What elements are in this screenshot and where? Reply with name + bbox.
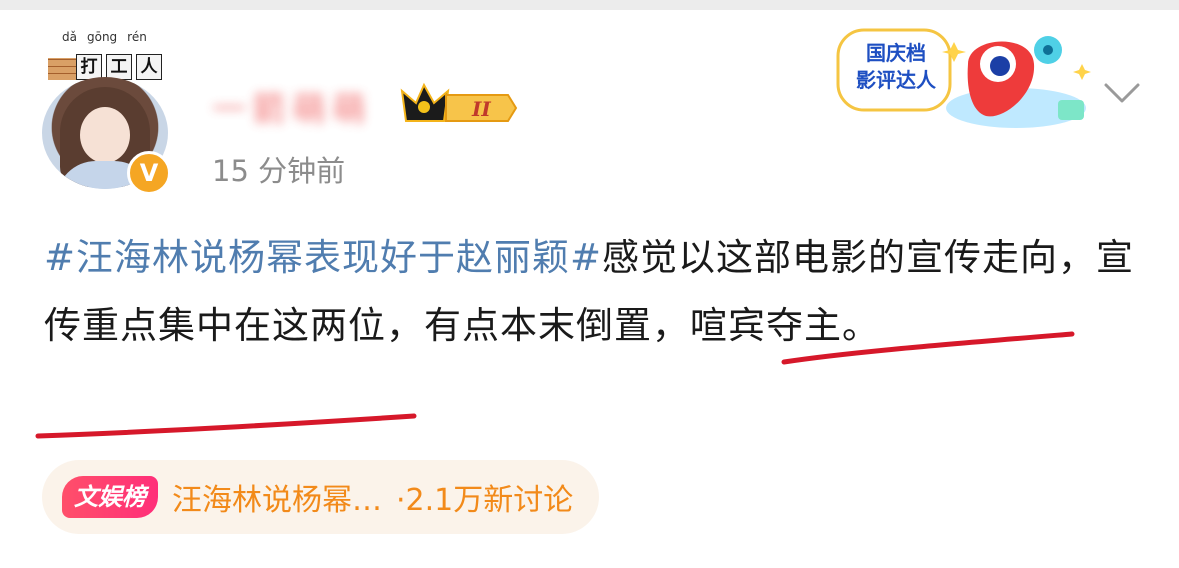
username[interactable]: 一箭萌萌	[212, 82, 372, 131]
title-char-3: 人	[136, 54, 162, 80]
medal-line-1: 国庆档	[866, 41, 926, 65]
medal-line-2: 影评达人	[856, 68, 936, 92]
medal-label: 国庆档 影评达人	[850, 40, 942, 94]
chevron-down-icon[interactable]	[1102, 80, 1142, 106]
weibo-post-card: dǎ gōng rén 打 工 人 V 一箭萌萌 II 15 分钟前 国庆档 影…	[0, 10, 1179, 568]
pinyin-1: dǎ	[62, 30, 77, 44]
pinyin-2: gōng	[86, 30, 118, 44]
title-char-1: 打	[76, 54, 102, 80]
post-content: #汪海林说杨幂表现好于赵丽颖#感觉以这部电影的宣传走向，宣传重点集中在这两位，有…	[44, 224, 1134, 360]
post-hashtag[interactable]: #汪海林说杨幂表现好于赵丽颖#	[44, 236, 602, 279]
topic-title: 汪海林说杨幂…	[172, 483, 382, 518]
topic-chip[interactable]: 文娱榜 汪海林说杨幂… ·2.1万新讨论	[42, 460, 600, 534]
pinyin-3: rén	[127, 30, 147, 44]
post-time: 15 分钟前	[212, 154, 346, 188]
verified-badge-icon: V	[127, 151, 171, 195]
topic-rank-badge: 文娱榜	[62, 476, 158, 518]
red-underline-2	[35, 413, 417, 439]
vip-crown-icon[interactable]: II	[400, 81, 518, 125]
topic-discussion-count: ·2.1万新讨论	[396, 483, 574, 518]
user-title-plate: 打 工 人	[76, 54, 162, 80]
title-char-2: 工	[106, 54, 132, 80]
post-text-part2: 有点本末倒置，喧宾夺主。	[424, 304, 880, 347]
vip-level: II	[471, 97, 491, 121]
user-title-pinyin: dǎ gōng rén	[62, 30, 147, 44]
